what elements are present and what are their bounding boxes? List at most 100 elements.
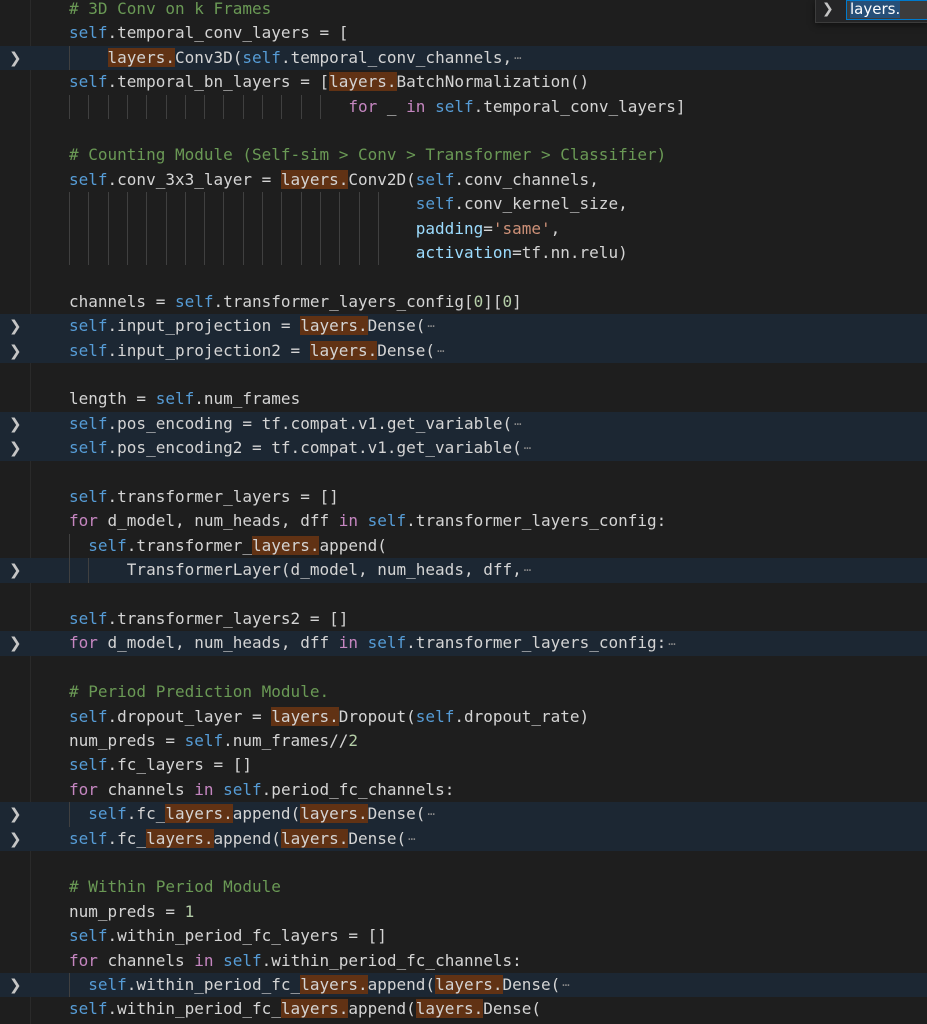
search-match: layers.	[146, 828, 214, 848]
folded-code-line[interactable]: ❯ self.pos_encoding = tf.compat.v1.get_va…	[0, 411, 927, 437]
folded-code-line[interactable]: ❯ TransformerLayer(d_model, num_heads, d…	[0, 558, 927, 583]
fold-chevron-icon[interactable]: ❯	[9, 805, 22, 823]
code-line[interactable]: for d_model, num_heads, dff in self.tran…	[0, 509, 927, 533]
code-text: self.input_projection2 = layers.Dense(⋯	[69, 339, 444, 363]
code-text: num_preds = 1	[69, 900, 194, 924]
code-line[interactable]: # Counting Module (Self-sim > Conv > Tra…	[0, 143, 927, 167]
code-text: for d_model, num_heads, dff in self.tran…	[69, 631, 676, 655]
code-line[interactable]	[0, 656, 927, 680]
code-token: for	[69, 633, 98, 653]
code-line[interactable]	[0, 363, 927, 387]
code-token: self	[415, 194, 455, 214]
fold-chevron-icon[interactable]: ❯	[9, 49, 22, 67]
code-line[interactable]: activation=tf.nn.relu)	[0, 241, 927, 266]
code-line[interactable]: self.fc_layers = []	[0, 753, 927, 777]
code-token: .temporal_conv_layers]	[473, 96, 686, 116]
code-line[interactable]: for channels in self.within_period_fc_ch…	[0, 949, 927, 973]
code-line[interactable]: self.transformer_layers = []	[0, 485, 927, 509]
code-text: length = self.num_frames	[69, 387, 300, 411]
fold-chevron-icon[interactable]: ❯	[9, 439, 22, 457]
code-text: # Period Prediction Module.	[69, 680, 329, 704]
folded-code-line[interactable]: ❯ self.fc_layers.append(layers.Dense(⋯	[0, 802, 927, 827]
code-token: self	[88, 804, 127, 824]
folded-ellipsis-icon[interactable]: ⋯	[512, 51, 521, 65]
code-token: self	[367, 511, 407, 531]
code-editor[interactable]: # 3D Conv on k Frames self.temporal_conv_…	[0, 0, 927, 1024]
fold-chevron-icon[interactable]: ❯	[9, 415, 22, 433]
code-token: .transformer_layers_config[	[213, 291, 474, 311]
code-token: TransformerLayer(d_model, num_heads, dff…	[69, 560, 522, 580]
code-line[interactable]: for channels in self.period_fc_channels:	[0, 778, 927, 802]
folded-ellipsis-icon[interactable]: ⋯	[522, 563, 531, 577]
fold-chevron-icon[interactable]: ❯	[9, 317, 22, 335]
code-line[interactable]: channels = self.transformer_layers_confi…	[0, 290, 927, 314]
folded-ellipsis-icon[interactable]: ⋯	[425, 319, 434, 333]
code-token: .pos_encoding = tf.compat.v1.get_variabl…	[107, 413, 513, 433]
chevron-right-icon[interactable]: ❯	[822, 0, 836, 20]
code-line[interactable]: self.conv_kernel_size,	[0, 192, 927, 217]
fold-chevron-icon[interactable]: ❯	[9, 342, 22, 360]
code-line[interactable]: self.transformer_layers.append(	[0, 533, 927, 559]
search-match: layers.	[435, 975, 503, 994]
folded-code-line[interactable]: ❯ self.fc_layers.append(layers.Dense(⋯	[0, 826, 927, 851]
folded-ellipsis-icon[interactable]: ⋯	[560, 978, 569, 992]
find-input[interactable]: layers.	[846, 0, 927, 20]
code-line[interactable]	[0, 119, 927, 143]
code-line[interactable]: # 3D Conv on k Frames	[0, 0, 927, 21]
folded-ellipsis-icon[interactable]: ⋯	[435, 344, 444, 358]
folded-ellipsis-icon[interactable]: ⋯	[406, 832, 415, 846]
search-match: layers.	[271, 706, 339, 726]
fold-chevron-icon[interactable]: ❯	[9, 634, 22, 652]
code-token: .num_frames	[194, 389, 301, 409]
code-line[interactable]	[0, 583, 927, 607]
code-token: .transformer_layers2 = []	[107, 609, 349, 628]
code-line[interactable]	[0, 265, 927, 289]
code-line[interactable]: length = self.num_frames	[0, 387, 927, 411]
code-token: self	[69, 706, 108, 726]
code-token: channels =	[69, 291, 175, 311]
code-text: self.within_period_fc_layers.append(laye…	[69, 997, 541, 1021]
folded-code-line[interactable]: ❯ layers.Conv3D(self.temporal_conv_chann…	[0, 45, 927, 71]
code-token: self	[415, 706, 455, 726]
code-token: .pos_encoding2 = tf.compat.v1.get_variab…	[107, 438, 522, 458]
code-line[interactable]	[0, 461, 927, 485]
folded-ellipsis-icon[interactable]: ⋯	[522, 441, 531, 455]
code-token: 0	[502, 291, 513, 311]
folded-code-line[interactable]: ❯ self.within_period_fc_layers.append(la…	[0, 973, 927, 998]
code-line[interactable]: self.within_period_fc_layers = []	[0, 924, 927, 948]
code-token: self	[242, 47, 281, 67]
folded-ellipsis-icon[interactable]: ⋯	[425, 807, 434, 821]
code-line[interactable]: self.within_period_fc_layers.append(laye…	[0, 997, 927, 1021]
code-line[interactable]: self.temporal_conv_layers = [	[0, 21, 927, 45]
code-token: in	[194, 950, 214, 970]
code-token: .within_period_fc_	[107, 999, 281, 1019]
code-line[interactable]: self.conv_3x3_layer = layers.Conv2D(self…	[0, 168, 927, 192]
code-text: # 3D Conv on k Frames	[69, 0, 271, 21]
folded-code-line[interactable]: ❯ for d_model, num_heads, dff in self.tra…	[0, 631, 927, 656]
folded-ellipsis-icon[interactable]: ⋯	[666, 637, 675, 651]
code-token: .input_projection2 =	[107, 340, 310, 360]
code-line[interactable]: # Period Prediction Module.	[0, 680, 927, 704]
folded-ellipsis-icon[interactable]: ⋯	[512, 417, 521, 431]
code-line[interactable]: num_preds = self.num_frames//2	[0, 729, 927, 753]
folded-code-line[interactable]: ❯ self.input_projection = layers.Dense(⋯	[0, 314, 927, 339]
fold-chevron-icon[interactable]: ❯	[9, 561, 22, 579]
code-line[interactable]: self.dropout_layer = layers.Dropout(self…	[0, 705, 927, 729]
folded-code-line[interactable]: ❯ self.pos_encoding2 = tf.compat.v1.get_v…	[0, 436, 927, 461]
code-line[interactable]: for _ in self.temporal_conv_layers]	[0, 94, 927, 119]
folded-code-line[interactable]: ❯ self.input_projection2 = layers.Dense(⋯	[0, 338, 927, 363]
code-token: activation	[415, 243, 513, 262]
fold-chevron-icon[interactable]: ❯	[9, 976, 22, 994]
code-line[interactable]: self.temporal_bn_layers = [layers.BatchN…	[0, 70, 927, 94]
code-line[interactable]: self.transformer_layers2 = []	[0, 607, 927, 631]
code-token: .temporal_conv_channels,	[280, 47, 513, 67]
find-widget: ❯ layers.	[815, 0, 927, 23]
code-line[interactable]: num_preds = 1	[0, 900, 927, 924]
code-line[interactable]: padding='same',	[0, 216, 927, 241]
code-token: self	[174, 291, 214, 311]
code-line[interactable]	[0, 851, 927, 875]
code-token: Dense(	[367, 316, 426, 336]
code-token: .transformer_layers_config:	[406, 511, 667, 531]
fold-chevron-icon[interactable]: ❯	[9, 830, 22, 848]
code-line[interactable]: # Within Period Module	[0, 875, 927, 899]
